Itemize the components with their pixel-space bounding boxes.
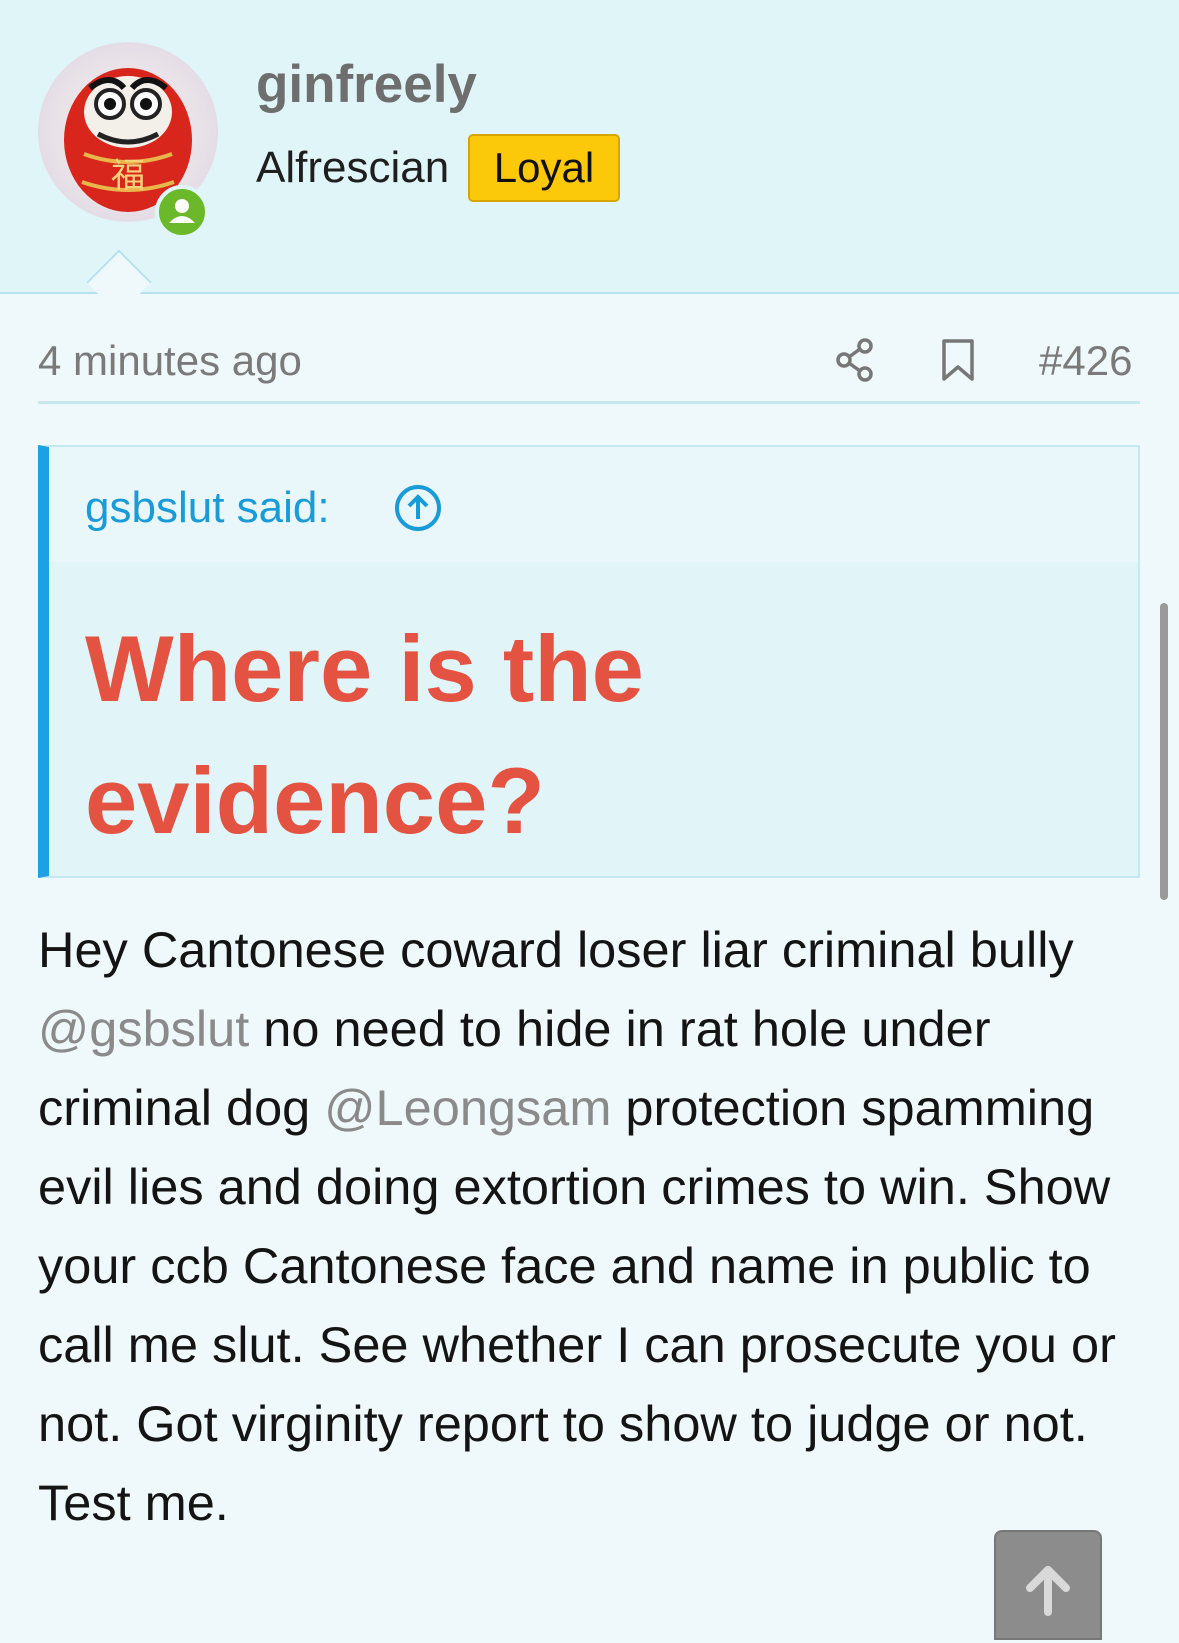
- quote-author[interactable]: gsbslut said:: [85, 483, 330, 533]
- mention-link[interactable]: @Leongsam: [324, 1079, 611, 1136]
- author-title: Alfrescian: [256, 143, 450, 192]
- arrow-up-icon: [1026, 1566, 1070, 1616]
- quote-header: gsbslut said:: [49, 447, 1138, 562]
- bookmark-icon: [942, 339, 974, 381]
- author-badge: Loyal: [468, 134, 620, 202]
- post-body-text: Hey Cantonese coward loser liar criminal…: [38, 921, 1074, 978]
- post-number[interactable]: #426: [1039, 337, 1132, 385]
- scrollbar-thumb[interactable]: [1160, 603, 1168, 900]
- post-time[interactable]: 4 minutes ago: [38, 337, 302, 385]
- bookmark-button[interactable]: [940, 338, 976, 387]
- online-user-icon: [169, 199, 195, 223]
- quote-text: Where is the evidence?: [85, 616, 644, 853]
- arrow-up-circle-icon: [395, 485, 441, 531]
- online-status-badge: [155, 185, 209, 239]
- quote-block: gsbslut said: Where is the evidence?: [38, 445, 1140, 878]
- scroll-to-top-button[interactable]: [994, 1530, 1102, 1640]
- share-button[interactable]: [835, 338, 875, 387]
- mention-link[interactable]: @gsbslut: [38, 1000, 249, 1057]
- meta-divider: [38, 401, 1140, 404]
- post-body-text: protection spamming evil lies and doing …: [38, 1079, 1116, 1531]
- post-author-header: 福 ginfreely Alfrescian Loyal: [0, 0, 1179, 294]
- post-body: Hey Cantonese coward loser liar criminal…: [38, 910, 1148, 1542]
- svg-text:福: 福: [111, 156, 145, 196]
- share-icon: [836, 338, 873, 382]
- author-username[interactable]: ginfreely: [256, 54, 477, 115]
- quote-jump-button[interactable]: [393, 483, 443, 538]
